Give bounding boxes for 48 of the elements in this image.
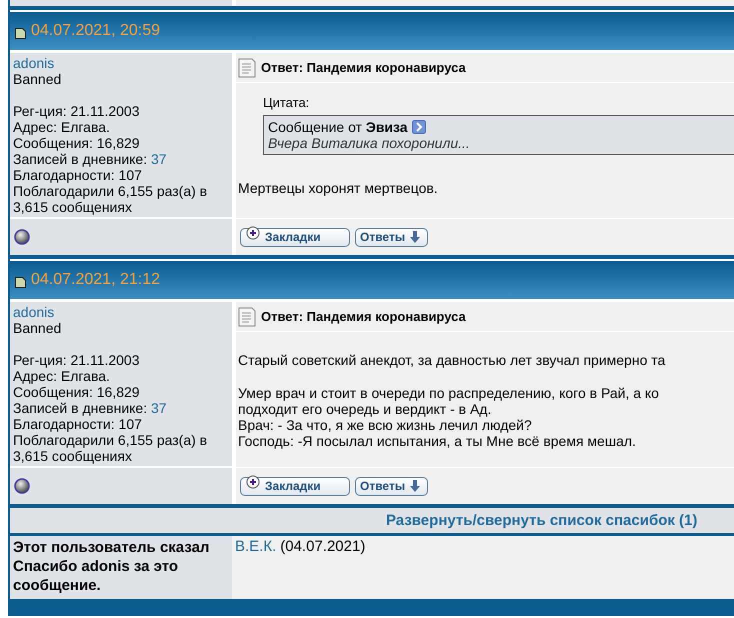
post-text: Умер врач и стоит в очереди по распределению, кого в Рай, а ко <box>238 385 660 401</box>
post-title: Ответ: Пандемия коронавируса <box>261 309 466 324</box>
user-stat: Рег-ция: 21.11.2003 <box>13 352 140 368</box>
document-icon <box>15 28 26 39</box>
user-stat: Поблагодарили 6,155 раз(а) в 3,615 сообщениях <box>13 432 208 464</box>
user-stat: Сообщения: 16,829 <box>13 135 140 151</box>
user-stat: Записей в дневнике: <box>13 151 148 167</box>
arrow-down-icon <box>409 480 422 492</box>
bookmarks-button[interactable]: Закладки <box>240 476 350 496</box>
stat-link[interactable]: 37 <box>151 400 167 416</box>
thanks-user-link[interactable]: В.Е.К. <box>235 538 276 555</box>
status-icon <box>14 478 30 494</box>
bookmarks-button[interactable]: Закладки <box>240 228 350 246</box>
status-icon <box>14 229 30 245</box>
post-text: Старый советский анекдот, за давностью лет звучал примерно та <box>238 352 666 368</box>
arrow-right-icon[interactable] <box>412 120 426 134</box>
username-link[interactable]: adonis <box>13 304 54 320</box>
user-stat: Сообщения: 16,829 <box>13 384 140 400</box>
user-title: Banned <box>13 71 62 87</box>
post-title: Ответ: Пандемия коронавируса <box>261 60 466 75</box>
replies-button[interactable]: Ответы <box>355 228 428 246</box>
quote-author: Сообщение от Эвиза <box>268 119 408 135</box>
post-text: Мертвецы хоронят мертвецов. <box>238 180 439 196</box>
user-stat: Записей в дневнике: <box>13 400 148 416</box>
post-text: подходит его очередь и вердикт - в Ад. <box>238 401 492 417</box>
plus-icon <box>245 475 261 489</box>
post-date: 04.07.2021, 20:59 <box>31 22 160 40</box>
thanks-date: (04.07.2021) <box>280 538 366 555</box>
stat-link[interactable]: 37 <box>151 151 167 167</box>
quote-text: Вчера Виталика похоронили... <box>268 135 471 151</box>
post-date: 04.07.2021, 21:12 <box>31 271 160 289</box>
post-text: Господь: -Я посылал испытания, а ты Мне всё время мешал. <box>238 433 637 449</box>
quote-label: Цитата: <box>263 95 310 111</box>
user-stat: Рег-ция: 21.11.2003 <box>13 103 140 119</box>
thanks-toggle-link[interactable]: Развернуть/свернуть список спасибок (1) <box>386 512 698 529</box>
replies-button[interactable]: Ответы <box>355 476 428 496</box>
arrow-down-icon <box>409 231 422 243</box>
document-icon <box>15 277 26 288</box>
thanks-label: Этот пользователь сказал Спасибо adonis за это сообщение. <box>10 536 232 599</box>
user-stat: Благодарности: 107 <box>13 167 142 183</box>
user-stat: Благодарности: 107 <box>13 416 142 432</box>
username-link[interactable]: adonis <box>13 55 54 71</box>
post-text: Врач: - За что, я же всю жизнь лечил людей? <box>238 417 533 433</box>
user-stat: Поблагодарили 6,155 раз(а) в 3,615 сообщениях <box>13 183 208 215</box>
plus-icon <box>245 226 261 240</box>
user-stat: Адрес: Елгава. <box>13 119 110 135</box>
user-stat: Адрес: Елгава. <box>13 368 110 384</box>
user-title: Banned <box>13 320 62 336</box>
